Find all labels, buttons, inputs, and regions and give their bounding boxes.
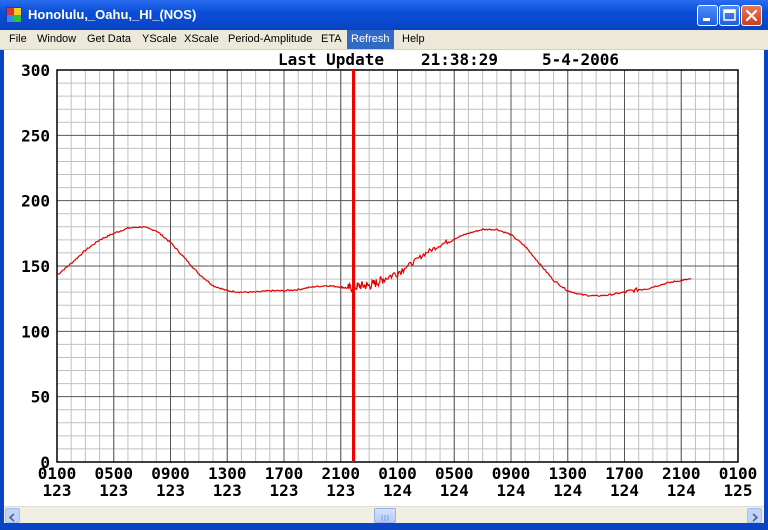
y-tick-label: 200: [21, 192, 50, 211]
close-button[interactable]: [741, 5, 762, 26]
menu-bar: File Window Get Data YScale XScale Perio…: [0, 30, 768, 50]
horizontal-scrollbar[interactable]: [4, 506, 764, 524]
last-update-date: 5-4-2006: [542, 50, 619, 69]
menu-yscale[interactable]: YScale: [138, 30, 181, 49]
menu-period-amplitude[interactable]: Period-Amplitude: [224, 30, 316, 49]
maximize-icon: [723, 9, 736, 21]
x-tick-day-label: 124: [553, 481, 582, 500]
x-tick-day-label: 124: [667, 481, 696, 500]
x-tick-day-label: 124: [497, 481, 526, 500]
menu-refresh[interactable]: Refresh: [347, 30, 394, 49]
maximize-button[interactable]: [719, 5, 740, 26]
chart-area: Last Update 21:38:29 5-4-2006 0 50 100 150 2…: [4, 50, 764, 506]
scroll-left-button[interactable]: [5, 508, 20, 523]
menu-eta[interactable]: ETA: [317, 30, 346, 49]
x-tick-day-label: 124: [440, 481, 469, 500]
x-axis-labels: 0100123050012309001231300123170012321001…: [38, 464, 758, 500]
menu-window[interactable]: Window: [33, 30, 80, 49]
minimize-icon: [703, 18, 710, 21]
y-tick-label: 250: [21, 126, 50, 145]
y-tick-label: 50: [31, 388, 50, 407]
last-update-time: 21:38:29: [421, 50, 498, 69]
title-bar[interactable]: Honolulu,_Oahu,_HI_(NOS): [0, 0, 768, 30]
minimize-button[interactable]: [697, 5, 718, 26]
x-tick-day-label: 123: [99, 481, 128, 500]
scroll-right-button[interactable]: [747, 508, 762, 523]
x-tick-day-label: 124: [610, 481, 639, 500]
y-tick-label: 300: [21, 61, 50, 80]
last-update-label: Last Update: [278, 50, 384, 69]
x-tick-day-label: 124: [383, 481, 412, 500]
x-tick-day-label: 123: [43, 481, 72, 500]
menu-xscale[interactable]: XScale: [180, 30, 223, 49]
menu-file[interactable]: File: [5, 30, 31, 49]
menu-get-data[interactable]: Get Data: [83, 30, 135, 49]
y-tick-label: 150: [21, 257, 50, 276]
window-frame-right: [764, 30, 768, 530]
scroll-thumb[interactable]: [374, 508, 396, 523]
x-tick-day-label: 123: [270, 481, 299, 500]
close-icon: [745, 9, 758, 22]
x-tick-day-label: 125: [724, 481, 753, 500]
x-tick-day-label: 123: [326, 481, 355, 500]
x-tick-day-label: 123: [213, 481, 242, 500]
tide-gauge-app-icon: [6, 7, 22, 23]
x-tick-day-label: 123: [156, 481, 185, 500]
menu-help[interactable]: Help: [398, 30, 429, 49]
y-axis-labels: 050100150200250300: [21, 61, 50, 472]
chart-grid: [56, 69, 739, 463]
window-frame-bottom: [0, 523, 768, 530]
window-title: Honolulu,_Oahu,_HI_(NOS): [28, 7, 197, 22]
y-tick-label: 100: [21, 322, 50, 341]
tide-chart: Last Update 21:38:29 5-4-2006 0501001502…: [21, 50, 758, 500]
